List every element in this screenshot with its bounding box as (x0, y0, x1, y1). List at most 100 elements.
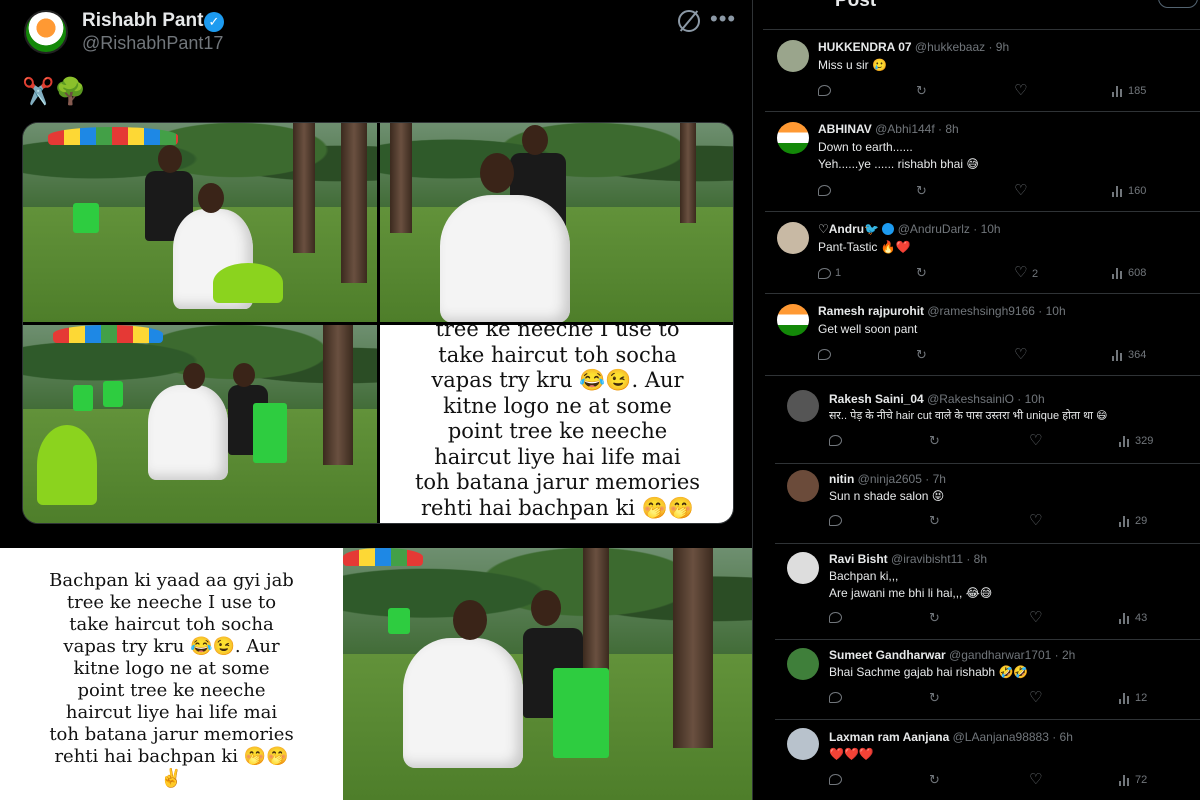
repost-button[interactable] (929, 513, 947, 529)
reply-item[interactable]: Ravi Bisht @iravibisht11 · 8h Bachpan ki… (775, 544, 1200, 640)
reply-icon (829, 435, 842, 446)
original-tweet: Rishabh Pant ✓ @RishabhPant17 ••• ✂️🌳 tr… (0, 0, 752, 548)
reply-handle[interactable]: @AndruDarlz · 10h (898, 222, 1001, 236)
reply-author[interactable]: Rakesh Saini_04 (829, 392, 924, 406)
reply-author[interactable]: Laxman ram Aanjana (829, 730, 949, 744)
views-icon (1112, 85, 1124, 97)
like-button[interactable] (1014, 345, 1032, 363)
tweet-media-grid[interactable]: tree ke neeche I use to take haircut toh… (22, 122, 734, 524)
reply-item[interactable]: ♡Andru🐦 @AndruDarlz · 10h Pant-Tastic 🔥❤… (765, 212, 1200, 294)
reply-button[interactable] (818, 185, 835, 196)
reply-item[interactable]: nitin @ninja2605 · 7h Sun n shade salon … (775, 464, 1200, 544)
reply-handle[interactable]: @RakeshsainiO · 10h (927, 392, 1045, 406)
reply-actions: 72 (829, 770, 1169, 790)
repost-button[interactable] (929, 433, 947, 449)
tweet-text: ✂️🌳 (22, 76, 87, 106)
reply-actions: 364 (818, 345, 1148, 365)
reply-author[interactable]: nitin (829, 472, 854, 486)
views-button[interactable]: 329 (1119, 435, 1153, 447)
avatar[interactable] (787, 470, 819, 502)
reply-handle[interactable]: @hukkebaaz · 9h (915, 40, 1009, 54)
tweet-photo-4-caption-image[interactable]: tree ke neeche I use to take haircut toh… (380, 325, 733, 523)
reply-button[interactable] (829, 612, 846, 623)
reply-icon (829, 515, 842, 526)
reply-handle[interactable]: @LAanjana98883 · 6h (953, 730, 1073, 744)
views-button[interactable]: 185 (1112, 85, 1146, 97)
reply-author[interactable]: Ramesh rajpurohit (818, 304, 924, 318)
post-header: Post (763, 0, 1200, 30)
reply-handle[interactable]: @gandharwar1701 · 2h (949, 648, 1075, 662)
header-button[interactable] (1158, 0, 1198, 8)
like-button[interactable] (1014, 181, 1032, 199)
reply-author[interactable]: ABHINAV (818, 122, 872, 136)
reply-author[interactable]: HUKKENDRA 07 (818, 40, 912, 54)
reply-handle[interactable]: @Abhi144f · 8h (875, 122, 959, 136)
repost-button[interactable] (916, 83, 934, 99)
grok-icon[interactable] (678, 10, 700, 32)
reply-handle[interactable]: @rameshsingh9166 · 10h (927, 304, 1065, 318)
reply-item[interactable]: Laxman ram Aanjana @LAanjana98883 · 6h ❤… (775, 720, 1200, 800)
reply-button[interactable] (829, 692, 846, 703)
views-button[interactable]: 43 (1119, 612, 1147, 624)
like-icon (1029, 431, 1043, 449)
reply-button[interactable] (818, 349, 835, 360)
reply-author[interactable]: Sumeet Gandharwar (829, 648, 946, 662)
repost-icon (929, 690, 943, 706)
reply-item[interactable]: ABHINAV @Abhi144f · 8h Down to earth....… (765, 112, 1200, 212)
like-button[interactable] (1029, 431, 1047, 449)
avatar[interactable] (777, 222, 809, 254)
views-button[interactable]: 72 (1119, 774, 1147, 786)
reply-button[interactable] (829, 515, 846, 526)
avatar[interactable] (777, 304, 809, 336)
avatar[interactable] (777, 122, 809, 154)
views-button[interactable]: 364 (1112, 349, 1146, 361)
repost-button[interactable] (929, 610, 947, 626)
avatar[interactable] (787, 728, 819, 760)
repost-icon (929, 433, 943, 449)
tweet-photo-1[interactable] (23, 123, 377, 322)
repost-button[interactable] (916, 347, 934, 363)
avatar[interactable] (787, 552, 819, 584)
avatar[interactable] (787, 390, 819, 422)
author-name[interactable]: Rishabh Pant (82, 10, 203, 32)
reply-author[interactable]: Ravi Bisht (829, 552, 888, 566)
avatar[interactable] (787, 648, 819, 680)
reply-button[interactable]: 1 (818, 267, 841, 279)
avatar[interactable] (777, 40, 809, 72)
repost-button[interactable] (916, 183, 934, 199)
reply-icon (818, 267, 831, 279)
tweet-photo-2[interactable] (380, 123, 733, 322)
like-button[interactable]: 2 (1014, 263, 1038, 281)
author-avatar[interactable] (24, 10, 68, 54)
reply-handle[interactable]: @iravibisht11 · 8h (891, 552, 987, 566)
repost-button[interactable] (929, 772, 947, 788)
views-button[interactable]: 608 (1112, 267, 1146, 279)
like-button[interactable] (1029, 511, 1047, 529)
reply-button[interactable] (818, 85, 835, 96)
reply-author[interactable]: ♡Andru🐦 (818, 222, 879, 236)
repost-button[interactable] (929, 690, 947, 706)
author-handle[interactable]: @RishabhPant17 (82, 33, 223, 54)
like-button[interactable] (1029, 608, 1047, 626)
reply-item[interactable]: Sumeet Gandharwar @gandharwar1701 · 2h B… (775, 640, 1200, 720)
more-icon[interactable]: ••• (710, 6, 736, 32)
reply-text: Get well soon pant (818, 322, 918, 336)
like-button[interactable] (1014, 81, 1032, 99)
views-button[interactable]: 160 (1112, 185, 1146, 197)
reply-item[interactable]: Ramesh rajpurohit @rameshsingh9166 · 10h… (765, 294, 1200, 376)
reply-icon (829, 692, 842, 703)
reply-button[interactable] (829, 435, 846, 446)
verified-badge-icon (882, 223, 895, 235)
repost-button[interactable] (916, 265, 934, 281)
reply-handle[interactable]: @ninja2605 · 7h (858, 472, 946, 486)
reply-item[interactable]: HUKKENDRA 07 @hukkebaaz · 9h Miss u sir … (765, 30, 1200, 112)
views-button[interactable]: 12 (1119, 692, 1147, 704)
like-button[interactable] (1029, 688, 1047, 706)
reply-item[interactable]: Rakesh Saini_04 @RakeshsainiO · 10h सर..… (775, 384, 1200, 464)
views-icon (1119, 612, 1131, 624)
like-button[interactable] (1029, 770, 1047, 788)
tweet-photo-3[interactable] (23, 325, 377, 523)
reply-button[interactable] (829, 774, 846, 785)
views-button[interactable]: 29 (1119, 515, 1147, 527)
views-icon (1119, 515, 1131, 527)
